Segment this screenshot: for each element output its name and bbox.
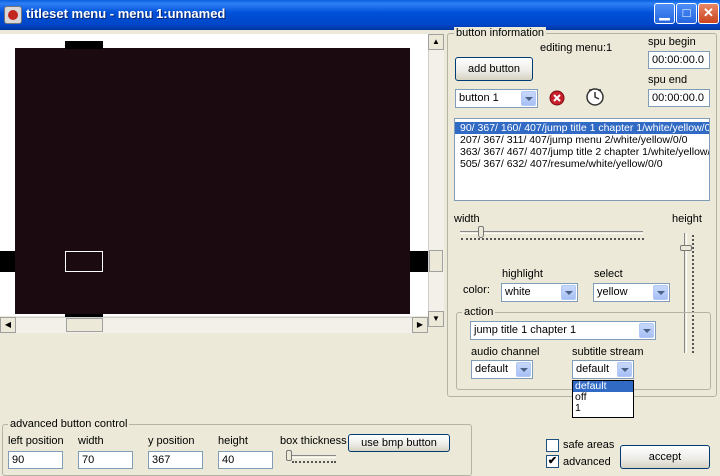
width-label: width — [78, 435, 104, 447]
editing-menu-label: editing menu:1 — [540, 42, 613, 54]
preview-marker-top — [65, 41, 103, 49]
arrow-down-icon: ▼ — [432, 314, 440, 323]
window-title: titleset menu - menu 1:unnamed — [26, 6, 226, 21]
height-label: height — [218, 435, 248, 447]
width-input[interactable] — [78, 451, 133, 469]
preview-horizontal-scrollbar[interactable] — [0, 317, 428, 333]
chevron-down-icon — [617, 362, 632, 377]
audio-channel-label: audio channel — [471, 346, 540, 358]
add-button-button[interactable]: add button — [455, 57, 533, 81]
delete-button-control[interactable] — [548, 89, 566, 107]
vertical-scroll-thumb[interactable] — [429, 250, 443, 272]
selected-button-outline[interactable] — [65, 251, 103, 272]
delete-icon — [549, 90, 565, 106]
minimize-icon: ▁ — [659, 5, 670, 20]
safe-areas-checkbox[interactable] — [546, 439, 559, 452]
left-position-input[interactable] — [8, 451, 63, 469]
close-button[interactable]: ✕ — [698, 3, 719, 24]
spu-begin-input[interactable] — [648, 51, 710, 69]
width-slider-track[interactable] — [460, 231, 643, 234]
spu-end-input[interactable] — [648, 89, 710, 107]
advanced-button-control-label: advanced button control — [8, 418, 130, 430]
box-thickness-slider-thumb[interactable] — [286, 450, 292, 461]
action-value: jump title 1 chapter 1 — [474, 324, 577, 336]
close-icon: ✕ — [703, 5, 714, 20]
box-thickness-label: box thickness — [280, 435, 347, 447]
chevron-down-icon — [516, 362, 531, 377]
arrow-up-icon: ▲ — [432, 37, 440, 46]
maximize-icon: □ — [682, 5, 691, 20]
color-label: color: — [463, 284, 490, 296]
button-select-value: button 1 — [459, 92, 499, 104]
highlight-color-value: white — [505, 286, 531, 298]
advanced-checkbox[interactable]: ✔ — [546, 455, 559, 468]
select-color-value: yellow — [597, 286, 628, 298]
accept-button[interactable]: accept — [620, 445, 710, 469]
highlight-label: highlight — [502, 268, 543, 280]
highlight-color-select[interactable]: white — [501, 283, 578, 302]
select-color-select[interactable]: yellow — [593, 283, 670, 302]
chevron-down-icon — [561, 285, 576, 300]
safe-areas-label: safe areas — [563, 439, 615, 451]
scroll-down-button[interactable]: ▼ — [428, 311, 444, 327]
spu-end-label: spu end — [648, 74, 688, 86]
box-thickness-slider-track[interactable] — [286, 455, 336, 458]
preview-marker-right — [410, 251, 428, 272]
list-item[interactable]: 363/ 367/ 467/ 407/jump title 2 chapter … — [455, 146, 709, 158]
list-item[interactable]: 207/ 367/ 311/ 407/jump menu 2/white/yel… — [455, 134, 709, 146]
buttons-listbox[interactable]: 90/ 367/ 160/ 407/jump title 1 chapter 1… — [454, 118, 710, 201]
spu-begin-label: spu begin — [648, 36, 696, 48]
arrow-right-icon: ▶ — [416, 320, 424, 329]
scroll-right-button[interactable]: ▶ — [412, 317, 428, 333]
chevron-down-icon — [521, 91, 536, 106]
action-select[interactable]: jump title 1 chapter 1 — [470, 321, 656, 340]
width-label: width — [454, 213, 480, 225]
width-slider-ticks — [461, 238, 644, 240]
width-slider-thumb[interactable] — [478, 226, 484, 238]
y-position-input[interactable] — [148, 451, 203, 469]
arrow-left-icon: ◀ — [4, 320, 12, 329]
use-bmp-button[interactable]: use bmp button — [348, 434, 450, 452]
clock-icon — [586, 88, 604, 106]
timing-button-control[interactable] — [585, 87, 605, 107]
advanced-label: advanced — [563, 456, 611, 468]
subtitle-stream-value: default — [576, 363, 610, 375]
select-label: select — [594, 268, 623, 280]
height-input[interactable] — [218, 451, 273, 469]
maximize-button[interactable]: □ — [676, 3, 697, 24]
height-label: height — [672, 213, 702, 225]
scroll-left-button[interactable]: ◀ — [0, 317, 16, 333]
minimize-button[interactable]: ▁ — [654, 3, 675, 24]
button-information-label: button information — [454, 27, 547, 39]
app-icon[interactable] — [4, 6, 22, 24]
box-thickness-slider-ticks — [292, 461, 336, 463]
y-position-label: y position — [148, 435, 195, 447]
list-item[interactable]: 505/ 367/ 632/ 407/resume/white/yellow/0… — [455, 158, 709, 170]
subtitle-stream-label: subtitle stream — [572, 346, 644, 358]
horizontal-scroll-thumb[interactable] — [66, 318, 103, 332]
audio-channel-select[interactable]: default — [471, 360, 533, 379]
list-item[interactable]: 1 — [573, 403, 633, 414]
subtitle-stream-dropdown-list[interactable]: default off 1 — [572, 380, 634, 418]
action-group-label: action — [462, 306, 496, 318]
scroll-up-button[interactable]: ▲ — [428, 34, 444, 50]
list-item[interactable]: off — [573, 392, 633, 403]
menu-preview-canvas[interactable] — [15, 48, 410, 314]
height-slider-thumb[interactable] — [680, 245, 692, 251]
chevron-down-icon — [639, 323, 654, 338]
chevron-down-icon — [653, 285, 668, 300]
button-select[interactable]: button 1 — [455, 89, 538, 108]
audio-channel-value: default — [475, 363, 509, 375]
preview-marker-left — [0, 251, 15, 272]
list-item[interactable]: 90/ 367/ 160/ 407/jump title 1 chapter 1… — [455, 122, 709, 134]
left-position-label: left position — [8, 435, 64, 447]
subtitle-stream-select[interactable]: default — [572, 360, 634, 379]
preview-vertical-scrollbar[interactable] — [428, 34, 444, 327]
